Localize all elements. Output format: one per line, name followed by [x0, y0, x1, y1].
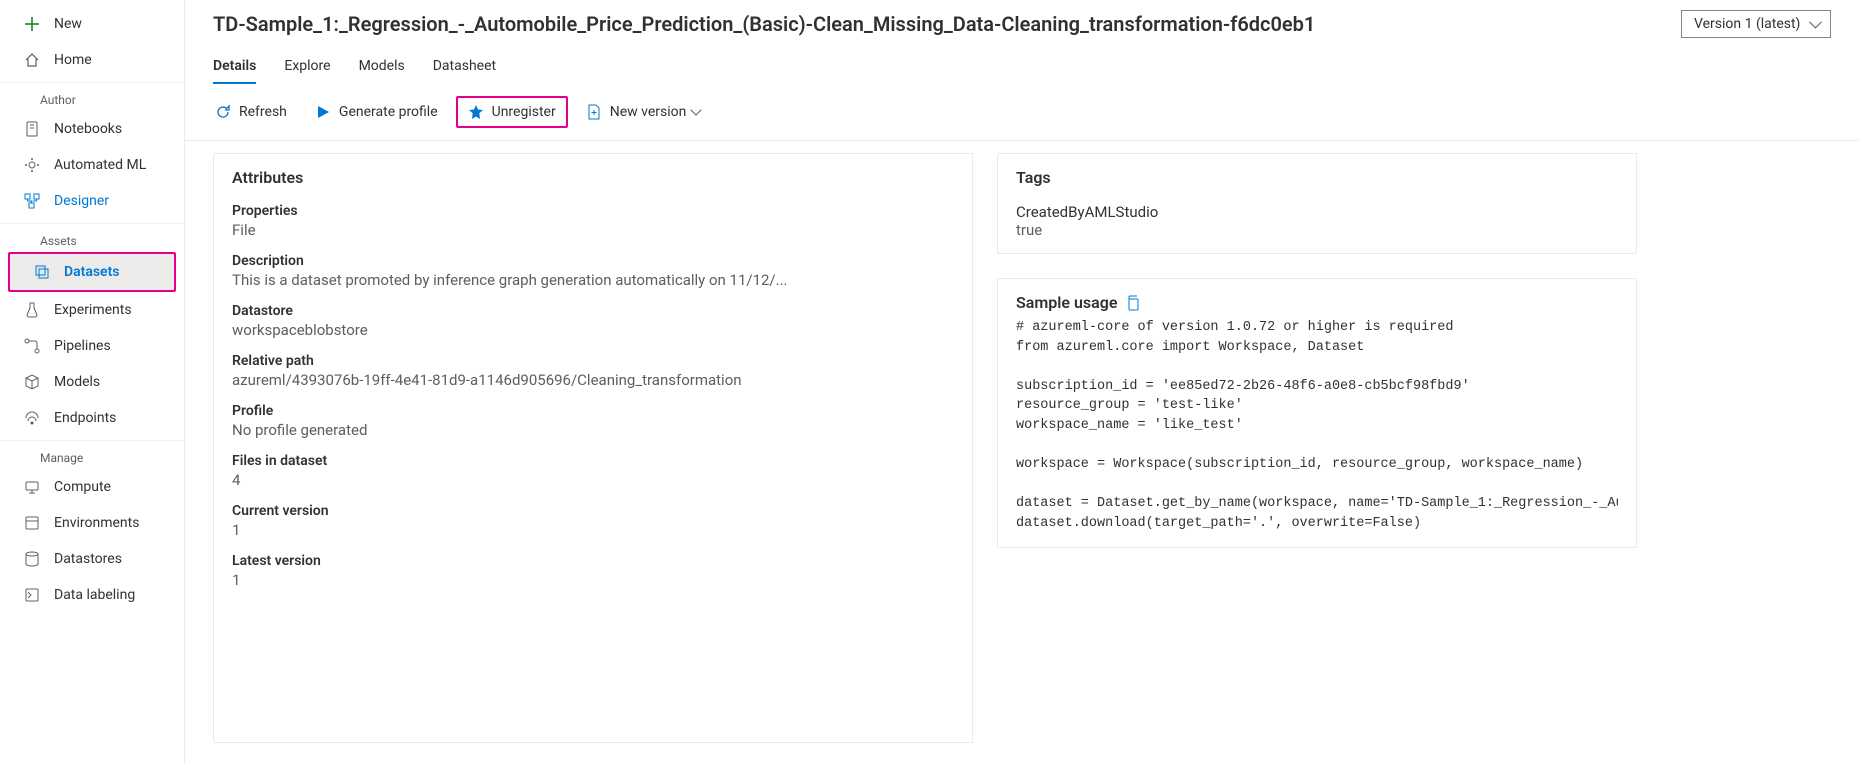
tag-value: true [1016, 221, 1618, 239]
relative-path-value: azureml/4393076b-19ff-4e41-81d9-a1146d90… [232, 371, 954, 389]
sidebar: New Home Author Notebooks Automated ML [0, 0, 185, 763]
version-dropdown[interactable]: Version 1 (latest) [1681, 10, 1831, 38]
nav-label: Pipelines [54, 338, 111, 354]
profile-label: Profile [232, 403, 954, 419]
nav-home[interactable]: Home [0, 42, 184, 78]
nav-automated-ml[interactable]: Automated ML [0, 147, 184, 183]
nav-label: Environments [54, 515, 139, 531]
tab-datasheet[interactable]: Datasheet [433, 58, 496, 84]
main-content: TD-Sample_1:_Regression_-_Automobile_Pri… [185, 0, 1859, 763]
home-icon [24, 52, 40, 68]
nav-datasets[interactable]: Datasets [10, 254, 174, 290]
chevron-down-icon [691, 104, 702, 115]
latest-version-label: Latest version [232, 553, 954, 569]
new-version-icon [586, 104, 602, 120]
designer-icon [24, 193, 40, 209]
datastore-label: Datastore [232, 303, 954, 319]
nav-label: Experiments [54, 302, 132, 318]
tab-explore[interactable]: Explore [284, 58, 330, 84]
nav-label: New [54, 16, 82, 32]
section-author: Author [0, 82, 184, 111]
attributes-card: Attributes Properties File Description T… [213, 153, 973, 743]
nav-notebooks[interactable]: Notebooks [0, 111, 184, 147]
section-manage: Manage [0, 440, 184, 469]
tags-title: Tags [1016, 168, 1618, 187]
datasets-icon [34, 264, 50, 280]
environments-icon [24, 515, 40, 531]
models-icon [24, 374, 40, 390]
sample-code[interactable]: # azureml-core of version 1.0.72 or high… [1016, 312, 1618, 533]
tool-label: Refresh [239, 104, 287, 120]
tabs: Details Explore Models Datasheet [185, 38, 1859, 84]
endpoints-icon [24, 410, 40, 426]
tag-key: CreatedByAMLStudio [1016, 203, 1618, 221]
generate-profile-button[interactable]: Generate profile [305, 98, 448, 126]
nav-compute[interactable]: Compute [0, 469, 184, 505]
nav-label: Automated ML [54, 157, 146, 173]
tool-label: Generate profile [339, 104, 438, 120]
current-version-label: Current version [232, 503, 954, 519]
sample-usage-card: Sample usage # azureml-core of version 1… [997, 278, 1637, 548]
attributes-title: Attributes [232, 168, 954, 187]
new-version-button[interactable]: New version [576, 98, 711, 126]
properties-label: Properties [232, 203, 954, 219]
relative-path-label: Relative path [232, 353, 954, 369]
tool-label: Unregister [492, 104, 556, 120]
play-icon [315, 104, 331, 120]
sample-title: Sample usage [1016, 293, 1117, 312]
tab-models[interactable]: Models [359, 58, 405, 84]
nav-experiments[interactable]: Experiments [0, 292, 184, 328]
files-label: Files in dataset [232, 453, 954, 469]
notebook-icon [24, 121, 40, 137]
nav-label: Compute [54, 479, 111, 495]
nav-label: Datastores [54, 551, 122, 567]
refresh-button[interactable]: Refresh [205, 98, 297, 126]
profile-value: No profile generated [232, 421, 954, 439]
nav-label: Endpoints [54, 410, 116, 426]
toolbar: Refresh Generate profile Unregister New … [185, 84, 1859, 141]
nav-label: Designer [54, 193, 109, 209]
files-value: 4 [232, 471, 954, 489]
properties-value: File [232, 221, 954, 239]
current-version-value: 1 [232, 521, 954, 539]
datastores-icon [24, 551, 40, 567]
copy-icon[interactable] [1125, 295, 1141, 311]
compute-icon [24, 479, 40, 495]
nav-label: Home [54, 52, 92, 68]
description-label: Description [232, 253, 954, 269]
nav-label: Data labeling [54, 587, 135, 603]
unregister-button[interactable]: Unregister [456, 96, 568, 128]
version-dropdown-label: Version 1 (latest) [1694, 16, 1800, 32]
latest-version-value: 1 [232, 571, 954, 589]
nav-models[interactable]: Models [0, 364, 184, 400]
plus-icon [24, 16, 40, 32]
nav-data-labeling[interactable]: Data labeling [0, 577, 184, 613]
tool-label: New version [610, 104, 687, 120]
description-value: This is a dataset promoted by inference … [232, 271, 954, 289]
datastore-value: workspaceblobstore [232, 321, 954, 339]
experiments-icon [24, 302, 40, 318]
nav-pipelines[interactable]: Pipelines [0, 328, 184, 364]
page-title: TD-Sample_1:_Regression_-_Automobile_Pri… [213, 12, 1315, 36]
nav-endpoints[interactable]: Endpoints [0, 400, 184, 436]
tab-details[interactable]: Details [213, 58, 256, 84]
refresh-icon [215, 104, 231, 120]
data-labeling-icon [24, 587, 40, 603]
nav-label: Models [54, 374, 100, 390]
nav-datastores[interactable]: Datastores [0, 541, 184, 577]
pipelines-icon [24, 338, 40, 354]
section-assets: Assets [0, 223, 184, 252]
nav-label: Notebooks [54, 121, 122, 137]
highlight-datasets: Datasets [8, 252, 176, 292]
nav-environments[interactable]: Environments [0, 505, 184, 541]
automl-icon [24, 157, 40, 173]
star-icon [468, 104, 484, 120]
nav-new[interactable]: New [0, 6, 184, 42]
tags-card: Tags CreatedByAMLStudio true [997, 153, 1637, 254]
nav-designer[interactable]: Designer [0, 183, 184, 219]
nav-label: Datasets [64, 264, 120, 280]
